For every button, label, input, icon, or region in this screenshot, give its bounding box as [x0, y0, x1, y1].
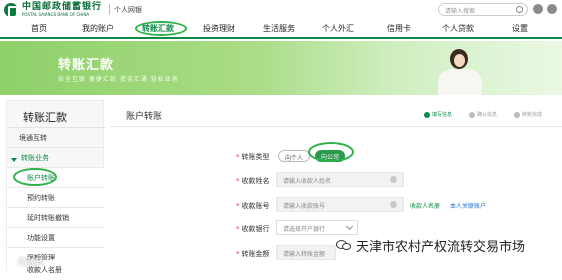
- step-dot-icon: [514, 111, 520, 118]
- banner-title: 转账汇款: [58, 58, 115, 73]
- payee-account-input[interactable]: 请输入收款账号: [276, 197, 404, 212]
- bank-name-en: POSTAL SAVINGS BANK OF CHINA: [22, 12, 90, 17]
- sidebar: 转账汇款 境通互转 转账业务 账户转账 预约转账 延时转账撤销 功能设置 限额管…: [6, 100, 105, 280]
- watermark-left: 元融转: [4, 255, 44, 268]
- sidebar-item-transfer-business[interactable]: 转账业务: [7, 148, 105, 168]
- step-complete: 转账完成: [514, 111, 542, 118]
- banner-subtitle: 安全互联 便捷汇款 资金汇通 轻松业务: [58, 76, 179, 83]
- watermark-logo-icon: [4, 256, 14, 267]
- nav-home[interactable]: 首页: [31, 23, 47, 34]
- nav-active-highlight: [135, 21, 187, 36]
- type-highlight-circle: [308, 142, 354, 162]
- amount-label: * 转账金额: [236, 250, 270, 258]
- chevron-down-icon: [345, 222, 354, 231]
- info-icon: [390, 176, 397, 183]
- search-input[interactable]: 请输入搜索: [438, 3, 528, 16]
- sidebar-highlight-circle: [13, 168, 57, 186]
- nav-loans[interactable]: 个人贷款: [442, 23, 474, 34]
- nav-life-services[interactable]: 生活服务: [263, 23, 295, 34]
- expand-arrow-icon: [11, 158, 17, 162]
- nav-my-account[interactable]: 我的账户: [82, 23, 114, 34]
- sidebar-item-scheduled-transfer[interactable]: 预约转账: [7, 188, 105, 208]
- banner-person-image: [420, 45, 500, 95]
- bank-name-cn: 中国邮政储蓄银行: [22, 2, 103, 12]
- nav-credit-card[interactable]: 信用卡: [387, 23, 411, 34]
- step-dot-icon: [424, 111, 430, 118]
- payee-name-label: * 收款姓名: [236, 177, 270, 185]
- page-title: 账户转账: [126, 112, 163, 122]
- user-icon[interactable]: [533, 4, 543, 14]
- transfer-type-label: * 转账类型: [236, 153, 270, 161]
- step-confirm-info: 确认信息: [469, 111, 497, 118]
- top-bar: 中国邮政储蓄银行 POSTAL SAVINGS BANK OF CHINA 个人…: [0, 0, 562, 19]
- logout-icon[interactable]: [547, 4, 557, 14]
- main-header: 账户转账 填写信息 确认信息 转账完成: [110, 100, 562, 127]
- payee-name-input[interactable]: 请输入收款人姓名: [276, 172, 404, 187]
- sidebar-item-function-settings[interactable]: 功能设置: [7, 228, 105, 248]
- site-subtitle: 个人网银: [114, 6, 142, 14]
- amount-input[interactable]: 请输入转账金额: [276, 245, 336, 260]
- sidebar-title: 转账汇款: [7, 101, 105, 128]
- payee-account-label: * 收款账号: [236, 202, 270, 210]
- search-icon[interactable]: [516, 6, 523, 13]
- bank-logo-icon: [4, 2, 18, 18]
- payee-book-link[interactable]: 收款人名册: [410, 201, 440, 210]
- payee-bank-select[interactable]: 请选择开户银行: [276, 220, 358, 235]
- info-icon: [390, 201, 397, 208]
- nav-wealth[interactable]: 投资理财: [203, 23, 235, 34]
- banner: 转账汇款 安全互联 便捷汇款 资金汇通 轻松业务: [0, 41, 562, 95]
- wechat-icon: [336, 239, 352, 252]
- nav-forex[interactable]: 个人外汇: [322, 23, 354, 34]
- sidebar-item-delay-cancel[interactable]: 延时转账撤销: [7, 208, 105, 228]
- step-dot-icon: [469, 111, 475, 118]
- nav-settings[interactable]: 设置: [512, 23, 528, 34]
- payee-bank-label: * 收款银行: [236, 225, 270, 233]
- bank-logo[interactable]: 中国邮政储蓄银行 POSTAL SAVINGS BANK OF CHINA: [4, 2, 103, 18]
- sidebar-item-domestic[interactable]: 境通互转: [7, 128, 105, 148]
- step-fill-info: 填写信息: [424, 111, 452, 118]
- watermark-right: 天津市农村产权流转交易市场: [336, 236, 525, 255]
- type-option-individual[interactable]: 向个人: [278, 150, 311, 162]
- main-nav: 首页 我的账户 转账汇款 投资理财 生活服务 个人外汇 信用卡 个人贷款 设置: [0, 19, 562, 39]
- header-divider: [109, 4, 110, 15]
- self-account-link[interactable]: 本人关联账户: [450, 201, 486, 210]
